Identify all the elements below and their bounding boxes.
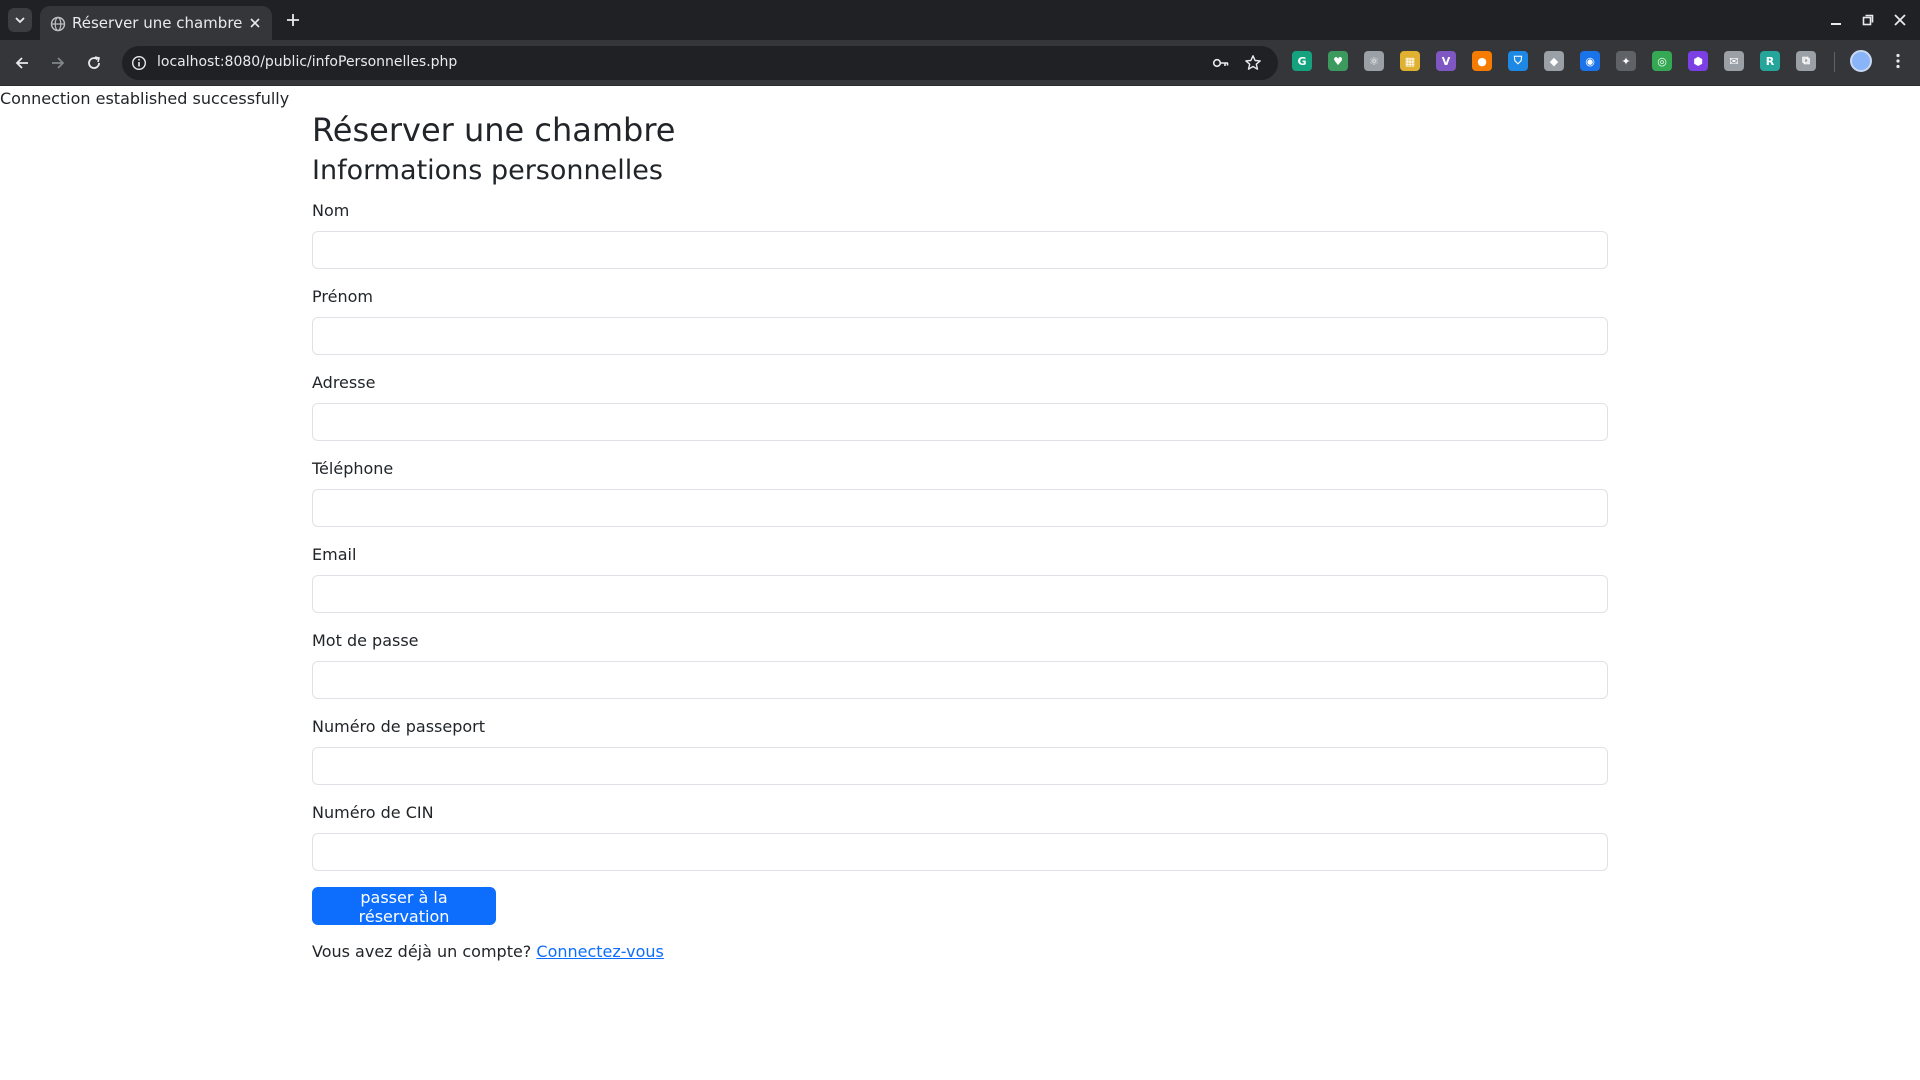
tab-close-button[interactable] [246,14,264,32]
hexagon-extension-icon[interactable]: ⬢ [1688,51,1708,71]
profile-avatar[interactable] [1850,50,1872,72]
star-icon [1245,55,1261,70]
email-label: Email [312,545,357,564]
prenom-label: Prénom [312,287,373,306]
proceed-to-reservation-button[interactable]: passer à la réservation [312,887,496,926]
new-tab-button[interactable] [282,9,304,31]
r-extension-icon[interactable]: R [1760,51,1780,71]
passport-number-input[interactable] [312,747,1608,785]
back-button[interactable] [10,51,34,75]
page-title: Réserver une chambre [312,111,676,149]
tab-title: Réserver une chambre [72,14,243,32]
reload-button[interactable] [82,51,106,75]
eye-extension-icon[interactable]: ◎ [1652,51,1672,71]
adresse-label: Adresse [312,373,376,392]
toolbar-divider [1834,52,1835,72]
restore-button[interactable] [1858,10,1878,30]
key-icon [1212,58,1229,68]
extensions-puzzle-icon[interactable]: ⧉ [1796,51,1816,71]
plus-icon [287,14,299,26]
bookmark-button[interactable] [1243,53,1263,73]
git-icon[interactable]: ◆ [1544,51,1564,71]
password-key-button[interactable] [1211,53,1231,73]
section-subtitle: Informations personnelles [312,155,663,186]
login-prompt: Vous avez déjà un compte? Connectez-vous [312,942,664,961]
reload-icon [88,56,100,69]
tab-search-button[interactable] [8,8,32,32]
more-vertical-icon [1896,53,1900,69]
connection-status-text: Connection established successfully [0,89,290,108]
active-tab[interactable]: Réserver une chambre [40,6,272,40]
proxy-icon[interactable]: ◉ [1580,51,1600,71]
close-icon [1894,14,1906,26]
close-icon [250,18,260,28]
restore-icon [1862,14,1874,26]
address-bar[interactable]: localhost:8080/public/infoPersonnelles.p… [122,46,1278,80]
color-picker-icon[interactable]: ▦ [1400,51,1420,71]
minimize-icon [1831,23,1841,25]
close-window-button[interactable] [1890,10,1910,30]
cin-number-input[interactable] [312,833,1608,871]
cin-number-label: Numéro de CIN [312,803,434,822]
darkreader-icon[interactable]: ✦ [1616,51,1636,71]
arrow-right-icon [52,57,65,69]
arrow-left-icon [15,57,28,69]
telephone-label: Téléphone [312,459,394,478]
browser-tab-bar: Réserver une chambre [0,0,1920,40]
login-prompt-text: Vous avez déjà un compte? [312,942,532,961]
grammarly-icon[interactable]: G [1292,51,1312,71]
password-input[interactable] [312,661,1608,699]
site-info-button[interactable] [129,53,149,73]
vpn-shield-icon[interactable]: ⛉ [1508,51,1528,71]
page-content: Connection established successfully Rése… [0,87,1920,1080]
prenom-input[interactable] [312,317,1608,355]
firebase-icon[interactable]: ● [1472,51,1492,71]
minimize-button[interactable] [1826,10,1846,30]
nom-label: Nom [312,201,350,220]
forward-button[interactable] [46,51,70,75]
adresse-input[interactable] [312,403,1608,441]
mail-extension-icon[interactable]: ✉ [1724,51,1744,71]
login-link[interactable]: Connectez-vous [536,942,663,961]
email-input[interactable] [312,575,1608,613]
password-label: Mot de passe [312,631,419,650]
passport-number-label: Numéro de passeport [312,717,485,736]
chevron-down-icon [15,17,25,24]
globe-icon [50,16,66,32]
url-text: localhost:8080/public/infoPersonnelles.p… [157,54,458,70]
telephone-input[interactable] [312,489,1608,527]
vue-devtools-icon[interactable]: V [1436,51,1456,71]
browser-menu-button[interactable] [1888,50,1908,72]
nom-input[interactable] [312,231,1608,269]
react-devtools-icon[interactable]: ⚛ [1364,51,1384,71]
info-circle-icon [131,55,147,71]
ublock-icon[interactable]: ♥ [1328,51,1348,71]
